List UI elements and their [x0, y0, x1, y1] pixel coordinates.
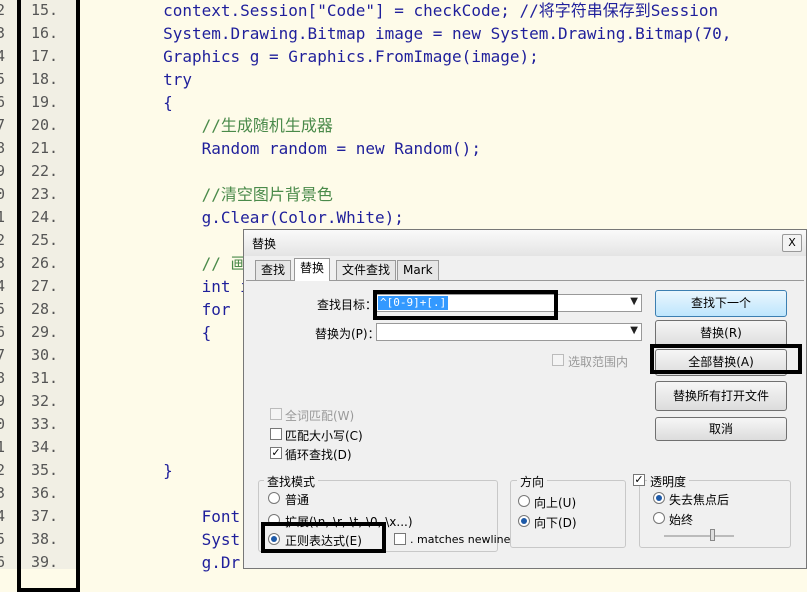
line-number-prefix: 4 — [0, 507, 6, 525]
code-line[interactable]: context.Session["Code"] = checkCode; //将… — [86, 0, 718, 22]
chevron-down-icon[interactable]: ▼ — [630, 325, 638, 336]
code-line[interactable]: //生成随机生成器 — [86, 114, 333, 137]
find-next-button[interactable]: 查找下一个 — [655, 290, 787, 317]
code-line[interactable]: Random random = new Random(); — [86, 137, 481, 160]
wrap-around-checkbox[interactable]: ✓ — [270, 447, 282, 459]
match-case-label: 匹配大小写(C) — [285, 429, 363, 443]
code-line[interactable]: Font — [86, 505, 241, 528]
tab-find-in-files[interactable]: 文件查找 — [336, 260, 397, 280]
matches-newline-checkbox[interactable] — [394, 533, 406, 545]
dialog-title: 替换 — [252, 237, 277, 251]
direction-up-label: 向上(U) — [534, 496, 577, 510]
transparency-title: 透明度 — [647, 473, 690, 490]
code-line[interactable]: g.Dr — [86, 551, 241, 574]
transparency-always-radio[interactable] — [653, 512, 665, 524]
line-number-prefix: 0 — [0, 415, 6, 433]
code-line[interactable]: g.Clear(Color.White); — [86, 206, 404, 229]
line-number-prefix: 8 — [0, 139, 6, 157]
dialog-titlebar[interactable]: 替换 X — [244, 230, 806, 256]
transparency-slider-thumb[interactable] — [710, 529, 715, 541]
line-number-prefix: 6 — [0, 93, 6, 111]
line-number-prefix: 4 — [0, 277, 6, 295]
regex-highlight-box — [261, 522, 386, 553]
find-highlight-box — [373, 290, 558, 320]
line-number-prefix: 6 — [0, 553, 6, 571]
direction-down-radio[interactable] — [518, 515, 530, 527]
line-number-prefix: 7 — [0, 116, 6, 134]
line-number-prefix: 8 — [0, 369, 6, 387]
check-icon: ✓ — [271, 446, 281, 459]
match-case-checkbox[interactable] — [270, 428, 282, 440]
line-number-prefix: 5 — [0, 70, 6, 88]
cancel-button[interactable]: 取消 — [655, 417, 787, 441]
code-line[interactable]: //清空图片背景色 — [86, 183, 333, 206]
direction-down-label: 向下(D) — [534, 516, 577, 530]
code-line[interactable]: Graphics g = Graphics.FromImage(image); — [86, 45, 539, 68]
line-number-prefix: 2 — [0, 1, 6, 19]
wrap-around-label: 循环查找(D) — [285, 448, 352, 462]
direction-title: 方向 — [517, 473, 548, 490]
search-mode-title: 查找模式 — [264, 473, 319, 490]
replace-dialog: 替换 X 查找 替换 文件查找 Mark 查找目标： ^[0-9]+[.] ▼ … — [243, 229, 807, 569]
replace-all-highlight-box — [650, 344, 802, 374]
line-number-prefix: 3 — [0, 254, 6, 272]
transparency-lose-focus-radio[interactable] — [653, 492, 665, 504]
code-line[interactable]: try — [86, 68, 192, 91]
matches-newline-label: . matches newline — [410, 533, 511, 546]
gutter-highlight-box — [17, 0, 80, 592]
line-number-prefix: 2 — [0, 461, 6, 479]
tab-replace[interactable]: 替换 — [294, 258, 331, 281]
replace-all-open-files-button[interactable]: 替换所有打开文件 — [655, 381, 787, 411]
transparency-lose-focus-label: 失去焦点后 — [669, 493, 730, 507]
whole-word-label: 全词匹配(W) — [285, 409, 355, 423]
whole-word-checkbox[interactable] — [270, 408, 282, 420]
line-number-prefix: 5 — [0, 530, 6, 548]
line-number-prefix: 1 — [0, 438, 6, 456]
line-number-prefix: 1 — [0, 208, 6, 226]
close-button[interactable]: X — [782, 234, 802, 252]
line-number-prefix: 7 — [0, 346, 6, 364]
code-line[interactable]: for — [86, 298, 231, 321]
code-line[interactable]: // 画 — [86, 252, 247, 275]
find-label: 查找目标： — [317, 298, 378, 312]
code-line[interactable]: { — [86, 91, 173, 114]
direction-up-radio[interactable] — [518, 495, 530, 507]
replace-button[interactable]: 替换(R) — [655, 320, 787, 347]
tab-find[interactable]: 查找 — [255, 260, 292, 280]
transparency-checkbox[interactable]: ✓ — [633, 474, 645, 486]
search-mode-normal-label: 普通 — [285, 493, 310, 507]
in-selection-label: 选取范围内 — [568, 355, 629, 369]
code-line[interactable]: } — [86, 459, 173, 482]
line-number-prefix: 4 — [0, 47, 6, 65]
code-line[interactable]: int i — [86, 275, 250, 298]
line-number-prefix: 6 — [0, 323, 6, 341]
code-line[interactable]: Syst — [86, 528, 241, 551]
in-selection-checkbox[interactable] — [552, 354, 564, 366]
chevron-down-icon[interactable]: ▼ — [630, 296, 638, 307]
line-number-prefix: 2 — [0, 231, 6, 249]
code-line[interactable]: { — [86, 321, 212, 344]
line-number-prefix: 9 — [0, 392, 6, 410]
line-number-prefix: 0 — [0, 185, 6, 203]
replace-label: 替换为(P)： — [315, 327, 380, 341]
transparency-slider-track[interactable] — [664, 535, 734, 537]
tab-mark[interactable]: Mark — [397, 260, 439, 280]
line-number-prefix: 5 — [0, 300, 6, 318]
line-number-prefix: 3 — [0, 24, 6, 42]
check-icon: ✓ — [634, 473, 644, 486]
line-number-prefix: 3 — [0, 484, 6, 502]
transparency-always-label: 始终 — [669, 513, 694, 527]
close-icon: X — [788, 236, 796, 249]
replace-combo[interactable]: ▼ — [376, 323, 642, 341]
line-number-prefix: 9 — [0, 162, 6, 180]
search-mode-normal-radio[interactable] — [268, 492, 280, 504]
code-line[interactable]: System.Drawing.Bitmap image = new System… — [86, 22, 731, 45]
